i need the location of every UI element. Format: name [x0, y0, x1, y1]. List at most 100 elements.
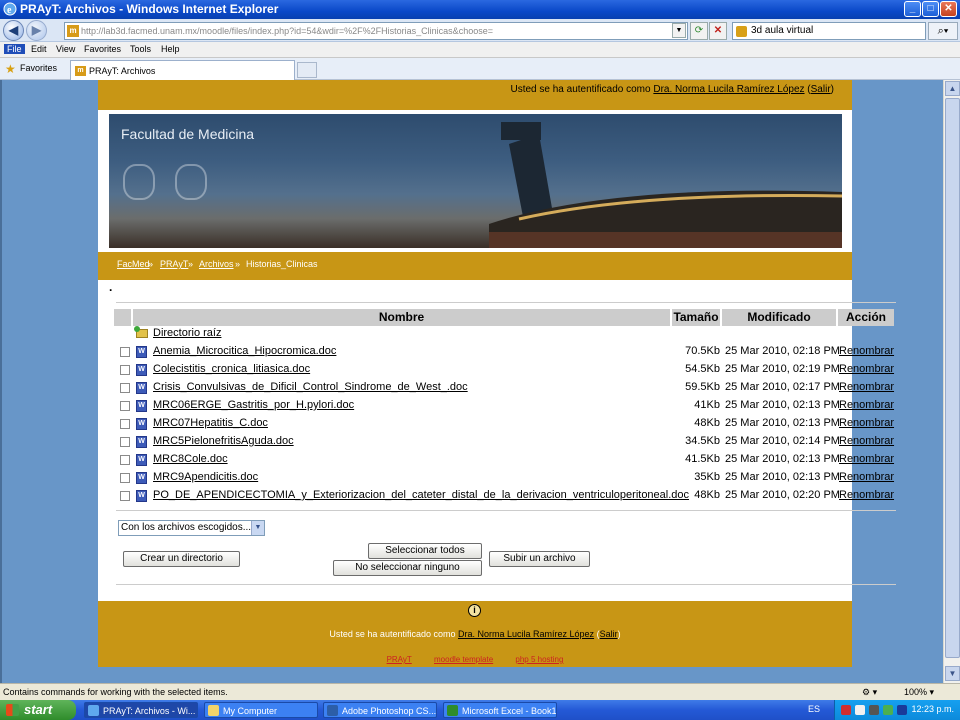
favorites-star-icon[interactable]: ★	[5, 62, 16, 76]
file-link[interactable]: MRC9Apendicitis.doc	[153, 471, 258, 483]
task-photoshop[interactable]: Adobe Photoshop CS...	[323, 702, 437, 718]
footer-logout-link[interactable]: Salir	[600, 629, 618, 639]
rename-link[interactable]: Renombrar	[839, 453, 894, 465]
zoom-value: 100%	[904, 687, 928, 697]
breadcrumb-facmed[interactable]: FacMed	[117, 259, 150, 269]
footer-user-link[interactable]: Dra. Norma Lucila Ramírez López	[458, 629, 594, 639]
rename-link[interactable]: Renombrar	[839, 489, 894, 501]
file-checkbox[interactable]	[120, 401, 130, 411]
rename-link[interactable]: Renombrar	[839, 471, 894, 483]
file-checkbox[interactable]	[120, 347, 130, 357]
table-row: W PO_DE_APENDICECTOMIA_y_Exteriorizacion…	[98, 487, 898, 505]
forward-button[interactable]: ▶	[26, 20, 47, 41]
breadcrumb-prayt[interactable]: PRAyT	[160, 259, 188, 269]
zoom-level[interactable]: 100% ▾	[904, 687, 934, 698]
rename-link[interactable]: Renombrar	[839, 363, 894, 375]
scrollbar-thumb[interactable]	[945, 98, 960, 658]
header-bar: Usted se ha autentificado como Dra. Norm…	[98, 80, 852, 110]
rename-link[interactable]: Renombrar	[839, 381, 894, 393]
rename-link[interactable]: Renombrar	[839, 345, 894, 357]
breadcrumb-archivos[interactable]: Archivos	[199, 259, 234, 269]
file-modified: 25 Mar 2010, 02:19 PM	[725, 363, 840, 375]
rename-link[interactable]: Renombrar	[839, 399, 894, 411]
footer-link-moodle-template[interactable]: moodle template	[434, 655, 493, 664]
browser-tab[interactable]: m PRAyT: Archivos	[70, 60, 295, 80]
column-header-modified[interactable]: Modificado	[722, 309, 836, 326]
file-checkbox[interactable]	[120, 383, 130, 393]
file-link[interactable]: MRC06ERGE_Gastritis_por_H.pylori.doc	[153, 399, 354, 411]
file-link[interactable]: Colecistitis_cronica_litiasica.doc	[153, 363, 310, 375]
file-checkbox[interactable]	[120, 473, 130, 483]
parent-directory-link[interactable]: Directorio raíz	[153, 327, 221, 339]
status-bar: Contains commands for working with the s…	[0, 683, 960, 700]
upload-file-button[interactable]: Subir un archivo	[489, 551, 590, 567]
select-all-button[interactable]: Seleccionar todos	[368, 543, 482, 559]
column-header-size[interactable]: Tamaño	[672, 309, 720, 326]
menu-edit[interactable]: Edit	[31, 44, 47, 54]
menu-help[interactable]: Help	[161, 44, 180, 54]
menu-tools[interactable]: Tools	[130, 44, 151, 54]
favorites-button[interactable]: Favorites	[20, 63, 57, 73]
file-link[interactable]: PO_DE_APENDICECTOMIA_y_Exteriorizacion_d…	[153, 489, 689, 501]
file-modified: 25 Mar 2010, 02:13 PM	[725, 453, 840, 465]
vertical-scrollbar[interactable]: ▲ ▼	[943, 80, 960, 683]
task-my-computer[interactable]: My Computer	[204, 702, 318, 718]
menu-favorites[interactable]: Favorites	[84, 44, 121, 54]
select-none-button[interactable]: No seleccionar ninguno	[333, 560, 482, 576]
file-checkbox[interactable]	[120, 437, 130, 447]
file-checkbox[interactable]	[120, 455, 130, 465]
user-profile-link[interactable]: Dra. Norma Lucila Ramírez López	[653, 84, 804, 95]
back-button[interactable]: ◀	[3, 20, 24, 41]
logout-link[interactable]: Salir	[811, 84, 831, 95]
footer-link-prayt[interactable]: PRAyT	[387, 655, 412, 664]
search-icon[interactable]: ⌕▾	[928, 22, 958, 40]
windows-logo-icon	[6, 704, 19, 716]
rename-link[interactable]: Renombrar	[839, 435, 894, 447]
bulk-action-select[interactable]: Con los archivos escogidos... ▼	[118, 520, 265, 536]
file-link[interactable]: Anemia_Microcitica_Hipocromica.doc	[153, 345, 336, 357]
file-link[interactable]: MRC5PielonefritisAguda.doc	[153, 435, 294, 447]
new-tab-button[interactable]	[297, 62, 317, 78]
file-size: 41Kb	[694, 399, 720, 411]
start-button[interactable]: start	[0, 700, 76, 720]
breadcrumb: FacMed » PRAyT » Archivos » Historias_Cl…	[98, 252, 852, 280]
address-input[interactable]: m http://lab3d.facmed.unam.mx/moodle/fil…	[64, 22, 688, 40]
file-link[interactable]: MRC8Cole.doc	[153, 453, 228, 465]
volume-icon[interactable]	[855, 705, 865, 715]
file-checkbox[interactable]	[120, 365, 130, 375]
language-indicator[interactable]: ES	[808, 704, 820, 714]
task-excel[interactable]: Microsoft Excel - Book1	[443, 702, 557, 718]
task-ie-window[interactable]: PRAyT: Archivos - Wi...	[84, 702, 198, 718]
info-tray-icon[interactable]	[897, 705, 907, 715]
menu-view[interactable]: View	[56, 44, 75, 54]
file-link[interactable]: Crisis_Convulsivas_de_Dificil_Control_Si…	[153, 381, 468, 393]
word-doc-icon: W	[136, 436, 147, 448]
maximize-button[interactable]: □	[922, 1, 939, 17]
stop-icon[interactable]: ✕	[709, 22, 727, 40]
internet-explorer-icon: e	[3, 2, 17, 16]
start-label: start	[24, 702, 53, 717]
file-checkbox[interactable]	[120, 419, 130, 429]
search-input[interactable]: 3d aula virtual	[732, 22, 926, 40]
footer: i Usted se ha autentificado como Dra. No…	[98, 601, 852, 667]
refresh-icon[interactable]: ⟳	[690, 22, 708, 40]
close-window-button[interactable]: ✕	[940, 1, 957, 17]
info-icon[interactable]: i	[468, 604, 481, 617]
facmed-seal-icon	[175, 164, 207, 200]
security-icon[interactable]	[883, 705, 893, 715]
file-checkbox[interactable]	[120, 491, 130, 501]
network-icon[interactable]	[869, 705, 879, 715]
footer-link-php-hosting[interactable]: php 5 hosting	[515, 655, 563, 664]
file-link[interactable]: MRC07Hepatitis_C.doc	[153, 417, 268, 429]
file-modified: 25 Mar 2010, 02:13 PM	[725, 417, 840, 429]
scroll-up-icon[interactable]: ▲	[945, 81, 960, 96]
minimize-button[interactable]: _	[904, 1, 921, 17]
scroll-down-icon[interactable]: ▼	[945, 666, 960, 681]
tray-alert-icon[interactable]	[841, 705, 851, 715]
table-row: W MRC07Hepatitis_C.doc 48Kb 25 Mar 2010,…	[98, 415, 898, 433]
create-directory-button[interactable]: Crear un directorio	[123, 551, 240, 567]
menu-file[interactable]: File	[4, 44, 25, 54]
rename-link[interactable]: Renombrar	[839, 417, 894, 429]
address-dropdown-icon[interactable]: ▼	[672, 23, 686, 38]
column-header-name[interactable]: Nombre	[133, 309, 670, 326]
